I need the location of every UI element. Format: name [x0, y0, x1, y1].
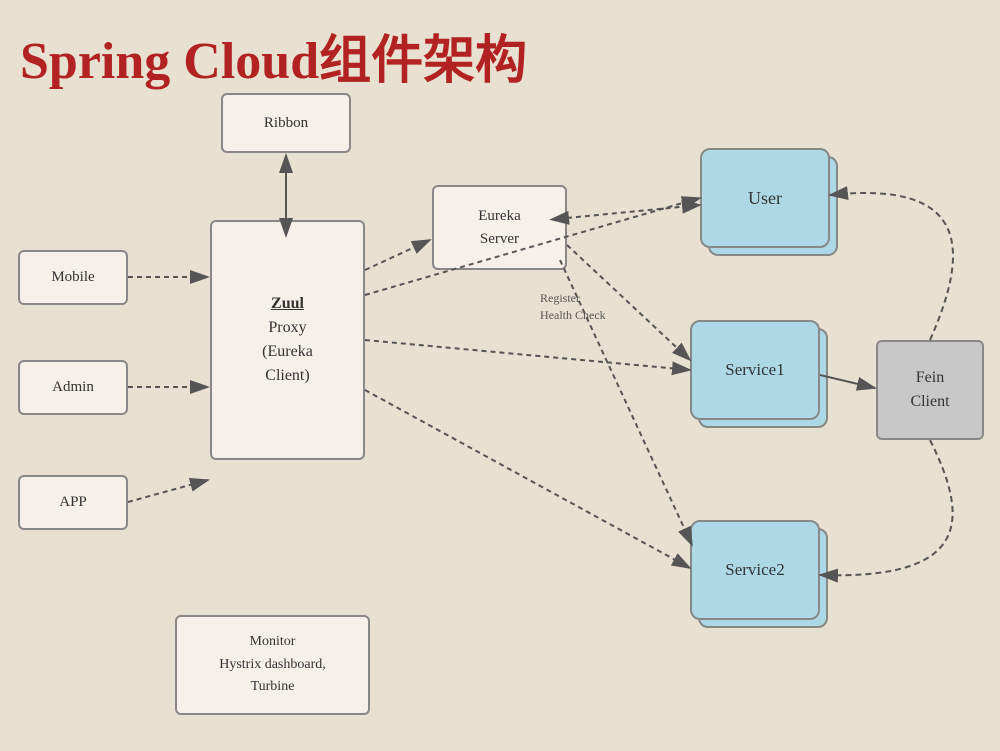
- app-to-zuul-arrow: [128, 480, 208, 502]
- zuul-service1-arrow: [365, 340, 690, 370]
- eureka-box: Eureka Server: [432, 185, 567, 270]
- zuul-box: Zuul Proxy (Eureka Client): [210, 220, 365, 460]
- app-box: APP: [18, 475, 128, 530]
- ribbon-box: Ribbon: [221, 93, 351, 153]
- fein-client-box: Fein Client: [876, 340, 984, 440]
- service1-fein-arrow: [820, 375, 875, 388]
- monitor-box: Monitor Hystrix dashboard, Turbine: [175, 615, 370, 715]
- zuul-to-eureka-arrow: [365, 240, 430, 270]
- zuul-service2-arrow: [365, 390, 690, 568]
- eureka-user-arrow: [567, 205, 700, 218]
- mobile-box: Mobile: [18, 250, 128, 305]
- page-title: Spring Cloud组件架构: [20, 18, 527, 93]
- fein-service2-arrow: [820, 440, 953, 575]
- register-health-label: RegisterHealth Check: [540, 290, 606, 324]
- arrows-diagram: [0, 0, 1000, 751]
- admin-box: Admin: [18, 360, 128, 415]
- fein-user-arrow: [830, 193, 953, 340]
